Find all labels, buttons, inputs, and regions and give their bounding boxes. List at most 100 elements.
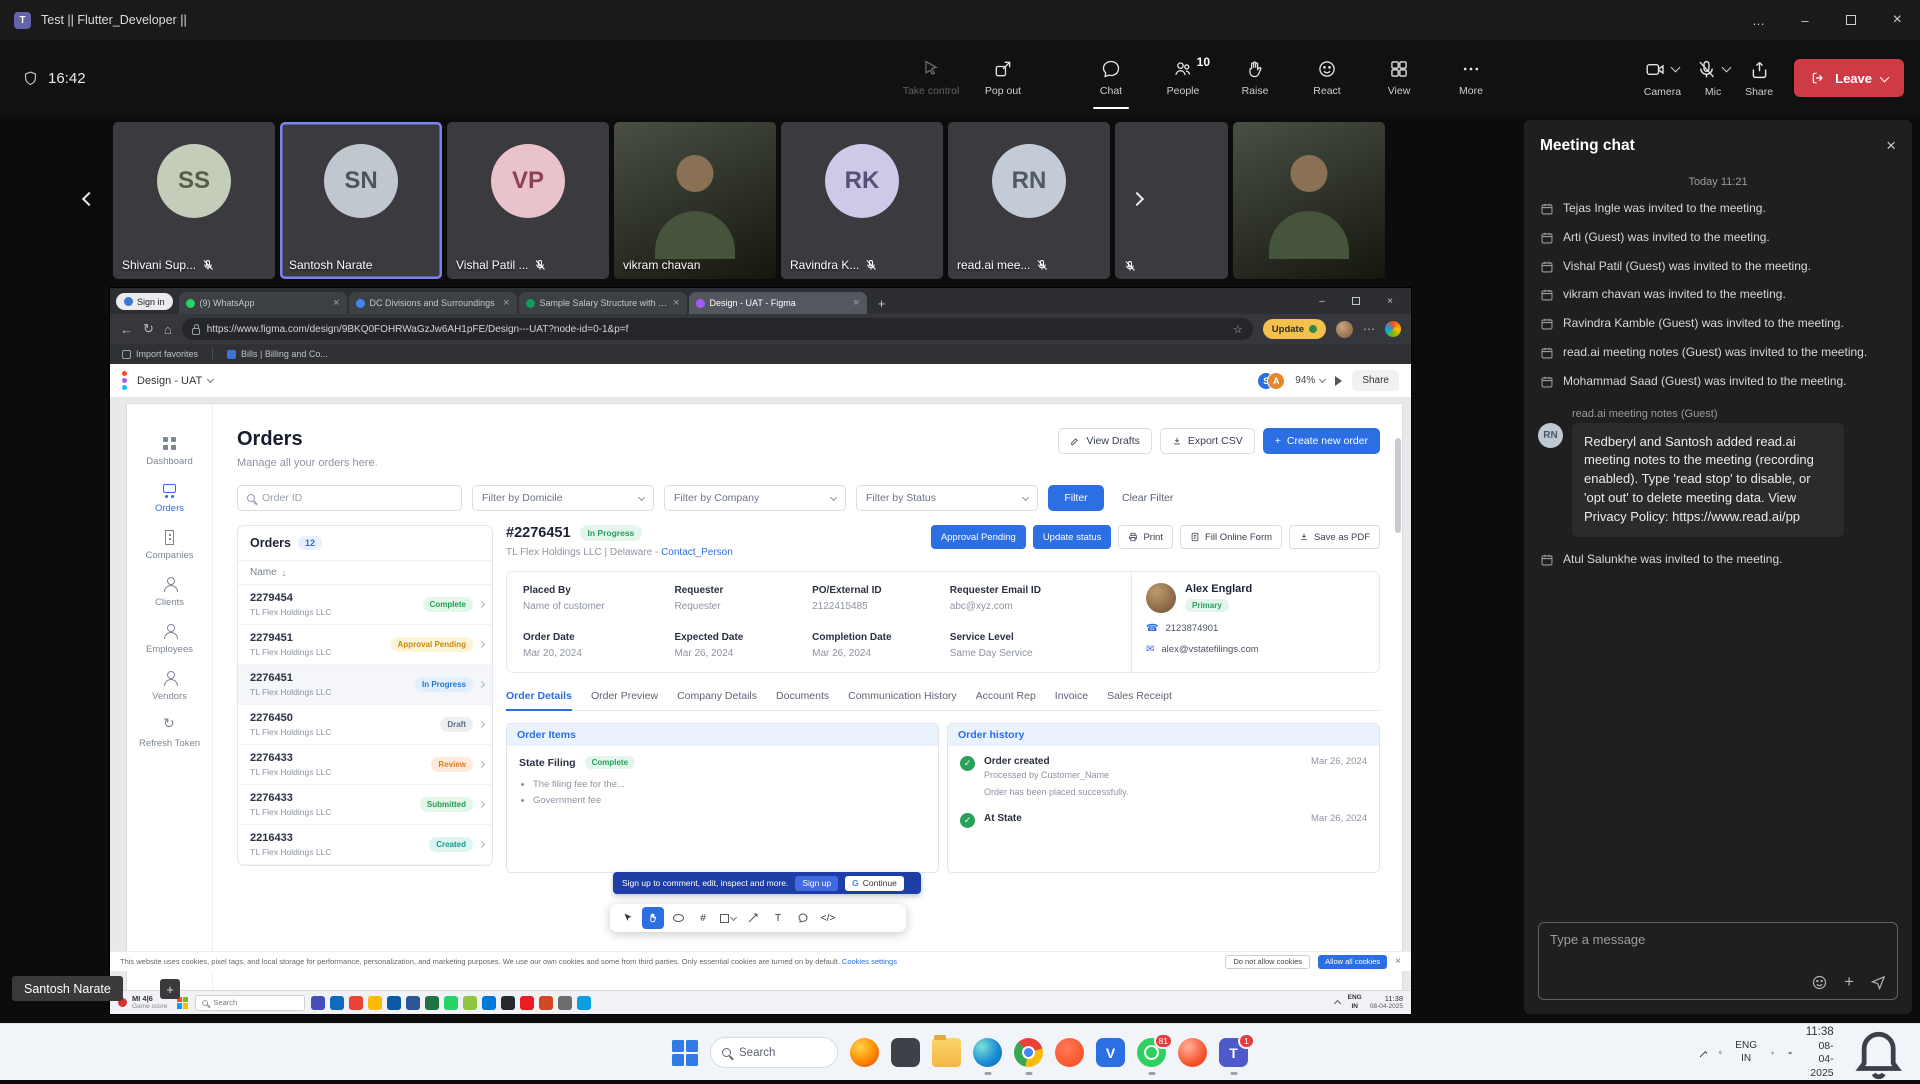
url-field[interactable]: https://www.figma.com/design/9BKQ0FOHRWa… [182,318,1253,340]
excel-icon[interactable] [425,996,439,1010]
shape-oval-tool-icon[interactable] [667,907,689,929]
browser-close-button[interactable]: × [1373,288,1407,314]
browser-scrollbar[interactable] [1395,438,1401,533]
participant-tile[interactable]: VP Vishal Patil ... [447,122,609,279]
tab-close-icon[interactable]: × [503,297,509,309]
view-button[interactable]: View [1363,40,1435,116]
browser-tab[interactable]: (9) WhatsApp × [179,292,347,314]
vscode-icon[interactable] [1096,1038,1125,1067]
import-favorites-link[interactable]: Import favorites [122,349,198,359]
calculator-icon[interactable] [558,996,572,1010]
chat-button[interactable]: Chat [1075,40,1147,116]
edge-icon[interactable] [973,1038,1002,1067]
file-menu-chevron-icon[interactable] [207,376,214,383]
order-id-input[interactable]: Order ID [237,485,462,511]
outlook-icon[interactable] [330,996,344,1010]
start-button[interactable] [177,997,189,1009]
detail-tab[interactable]: Sales Receipt [1107,690,1172,710]
order-list-row[interactable]: 2279454 TL Flex Holdings LLC Complete [238,585,492,625]
present-icon[interactable] [1335,376,1342,386]
chat-close-icon[interactable] [1886,136,1896,156]
window-close-button[interactable] [1874,0,1920,40]
back-icon[interactable]: ← [120,322,133,337]
export-csv-button[interactable]: Export CSV [1160,428,1255,454]
text-tool-icon[interactable]: T [767,907,789,929]
detail-tab[interactable]: Company Details [677,690,757,710]
raise-hand-button[interactable]: Raise [1219,40,1291,116]
code-tool-icon[interactable]: </> [817,907,839,929]
mic-button[interactable]: Mic [1696,59,1730,98]
company-filter-select[interactable]: Filter by Company [664,485,846,511]
vscode-icon[interactable] [482,996,496,1010]
sidebar-item[interactable]: Refresh Token [127,718,212,749]
connector-tool-icon[interactable] [742,907,764,929]
detail-tab[interactable]: Account Rep [976,690,1036,710]
clock[interactable]: 11:38 08-04-2025 [1806,1025,1834,1081]
order-list-row[interactable]: 2276433 TL Flex Holdings LLC Review [238,745,492,785]
browser-avatar[interactable] [1336,321,1353,338]
browser-tab[interactable]: Sample Salary Structure with cal... × [519,292,687,314]
view-drafts-button[interactable]: View Drafts [1058,428,1152,454]
browser-tab[interactable]: DC Divisions and Surroundings × [349,292,517,314]
sidebar-item[interactable]: Orders [127,483,212,514]
browser-menu-icon[interactable]: ⋯ [1363,322,1375,336]
tab-close-icon[interactable]: × [673,297,679,309]
order-list-row[interactable]: 2279451 TL Flex Holdings LLC Approval Pe… [238,625,492,665]
browser-profile-icon[interactable] [1178,1038,1207,1067]
home-icon[interactable]: ⌂ [164,322,172,337]
participant-tile[interactable] [1233,122,1385,279]
orders-list-header[interactable]: Name↓ [238,560,492,585]
wifi-icon[interactable] [1770,1045,1775,1061]
tray-overflow-chevron-icon[interactable] [1699,1051,1707,1059]
emoji-icon[interactable] [1811,974,1828,991]
people-button[interactable]: 10 People [1147,40,1219,116]
copilot-icon[interactable] [891,1038,920,1067]
more-button[interactable]: More [1435,40,1507,116]
leave-button[interactable]: Leave [1794,59,1904,97]
participant-tile[interactable]: RK Ravindra K... [781,122,943,279]
frame-tool-icon[interactable]: # [692,907,714,929]
presenter-language-indicator[interactable]: ENG IN [1348,994,1362,1010]
word-icon[interactable] [406,996,420,1010]
figma-logo-icon[interactable] [122,371,127,390]
chrome-icon[interactable] [349,996,363,1010]
tab-close-icon[interactable]: × [853,297,859,309]
sidebar-item[interactable]: Employees [127,624,212,655]
volume-icon[interactable] [1788,1045,1793,1061]
take-control-button[interactable]: Take control [895,40,967,116]
create-new-order-button[interactable]: + Create new order [1263,428,1380,454]
clear-filter-button[interactable]: Clear Filter [1114,485,1181,511]
powerpoint-icon[interactable] [539,996,553,1010]
collaborator-avatar[interactable]: A [1267,372,1285,390]
order-list-row[interactable]: 2276433 TL Flex Holdings LLC Submitted [238,785,492,825]
chrome-icon[interactable] [1014,1038,1043,1067]
language-indicator[interactable]: ENG IN [1735,1040,1757,1065]
window-minimize-button[interactable] [1782,0,1828,40]
browser-maximize-button[interactable] [1339,288,1373,314]
share-button[interactable]: Share [1745,59,1773,98]
filter-button[interactable]: Filter [1048,485,1104,511]
presenter-search-box[interactable]: Search [195,995,305,1011]
sidebar-item[interactable]: Vendors [127,671,212,702]
participant-tile[interactable]: vikram chavan [614,122,776,279]
update-status-button[interactable]: Update status [1033,525,1112,549]
cursor-tool-icon[interactable] [617,907,639,929]
store-icon[interactable] [577,996,591,1010]
presenter-clock[interactable]: 11:38 08-04-2025 [1370,994,1403,1012]
browser-update-button[interactable]: Update [1263,319,1326,339]
participant-tile[interactable]: SN Santosh Narate [280,122,442,279]
copilot-icon[interactable] [1385,321,1401,337]
signup-button[interactable]: Sign up [795,876,838,891]
folder-icon[interactable] [368,996,382,1010]
zoom-control[interactable]: 94% [1295,375,1325,386]
bookmark-star-icon[interactable]: ☆ [1233,323,1243,336]
detail-tab[interactable]: Documents [776,690,829,710]
file-explorer-icon[interactable] [932,1038,961,1067]
domicile-filter-select[interactable]: Filter by Domicile [472,485,654,511]
whatsapp-icon[interactable]: 81 [1137,1038,1166,1067]
strip-scroll-right-button[interactable] [1124,186,1150,212]
participant-tile[interactable]: SS Shivani Sup... [113,122,275,279]
browser-tab[interactable]: Design - UAT - Figma × [689,292,867,314]
taskbar-overflow-chevron-icon[interactable] [1334,1000,1341,1007]
pop-out-button[interactable]: Pop out [967,40,1039,116]
